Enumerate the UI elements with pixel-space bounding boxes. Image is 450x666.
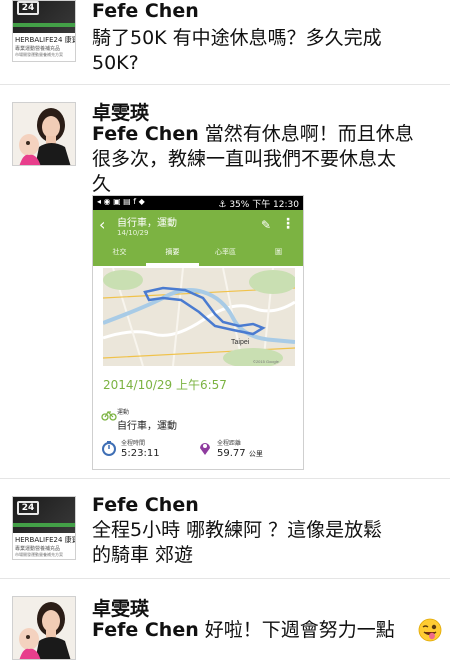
- herbalife-logo: 24: [17, 1, 39, 15]
- comment-text: 騎了50K 有中途休息嗎？多久完成 50K?: [92, 27, 382, 74]
- divider: [0, 84, 450, 85]
- duration-value: 5:23:11: [121, 448, 160, 459]
- herbalife-avatar[interactable]: 24 HERBALIFE24 康寶萊 專業運動營養補充品 市場開發運動營養補充方…: [12, 496, 76, 560]
- back-arrow-icon[interactable]: ‹: [99, 215, 105, 234]
- divider: [0, 478, 450, 479]
- comment-text: Fefe Chen 當然有休息啊！而且休息 很多次，教練一直叫我們不要休息太 久: [92, 123, 414, 195]
- stopwatch-icon: [102, 441, 116, 456]
- herbalife-logo: 24: [17, 501, 39, 515]
- mention-link[interactable]: Fefe Chen: [92, 123, 199, 145]
- ride-datetime: 2014/10/29 上午6:57: [103, 378, 227, 392]
- distance-pin-icon: [200, 443, 210, 455]
- app-bar: ‹ 自行車，運動 14/10/29 ✎ ⋮: [93, 210, 303, 242]
- woman-portrait-icon: [13, 597, 75, 659]
- comment-text: 全程5小時 哪教練阿 ？這像是放鬆 的騎車 郊遊: [92, 519, 383, 566]
- more-vert-icon[interactable]: ⋮: [281, 216, 295, 232]
- duration-label: 全程時間: [121, 440, 146, 447]
- winking-tongue-emoji-icon: [418, 618, 442, 642]
- commenter-name[interactable]: 卓雯瑛: [92, 98, 149, 125]
- edit-pencil-icon[interactable]: ✎: [261, 218, 271, 232]
- commenter-name[interactable]: Fefe Chen: [92, 0, 199, 22]
- tab-heart-rate[interactable]: 心率區: [199, 242, 252, 266]
- svg-text:©2015 Google: ©2015 Google: [253, 359, 280, 364]
- mention-link[interactable]: Fefe Chen: [92, 619, 199, 641]
- sport-label: 運動: [117, 409, 130, 416]
- sport-value: 自行車，運動: [117, 421, 177, 432]
- activity-date: 14/10/29: [117, 229, 149, 237]
- herbalife-avatar[interactable]: 24 HERBALIFE24 康寶萊 專業運動營養補充品 市場開發運動營養補充方…: [12, 0, 76, 62]
- distance-value: 59.77 公里: [217, 448, 263, 459]
- comment-text: Fefe Chen 好啦！下週會努力一點: [92, 619, 395, 641]
- tab-summary[interactable]: 摘要: [146, 242, 199, 266]
- commenter-name[interactable]: Fefe Chen: [92, 494, 199, 516]
- activity-title: 自行車，運動: [117, 218, 177, 229]
- commenter-name[interactable]: 卓雯瑛: [92, 594, 149, 621]
- attached-screenshot[interactable]: ◂ ◉ ▣ ▤ f ◆ ⚓ 35% 下午 12:30 ‹ 自行車，運動 14/1…: [92, 195, 304, 470]
- tab-bar: 社交 摘要 心率區 圖: [93, 242, 303, 266]
- route-map[interactable]: Taipei ©2015 Google: [103, 268, 295, 366]
- tab-social[interactable]: 社交: [93, 242, 146, 266]
- bicycle-icon: [101, 411, 117, 421]
- woman-avatar[interactable]: [12, 102, 76, 166]
- status-bar: ◂ ◉ ▣ ▤ f ◆ ⚓ 35% 下午 12:30: [93, 196, 303, 210]
- woman-avatar[interactable]: [12, 596, 76, 660]
- divider: [0, 578, 450, 579]
- woman-portrait-icon: [13, 103, 75, 165]
- distance-label: 全程距離: [217, 440, 242, 447]
- map-city-label: Taipei: [231, 339, 250, 346]
- tab-chart[interactable]: 圖: [252, 242, 303, 266]
